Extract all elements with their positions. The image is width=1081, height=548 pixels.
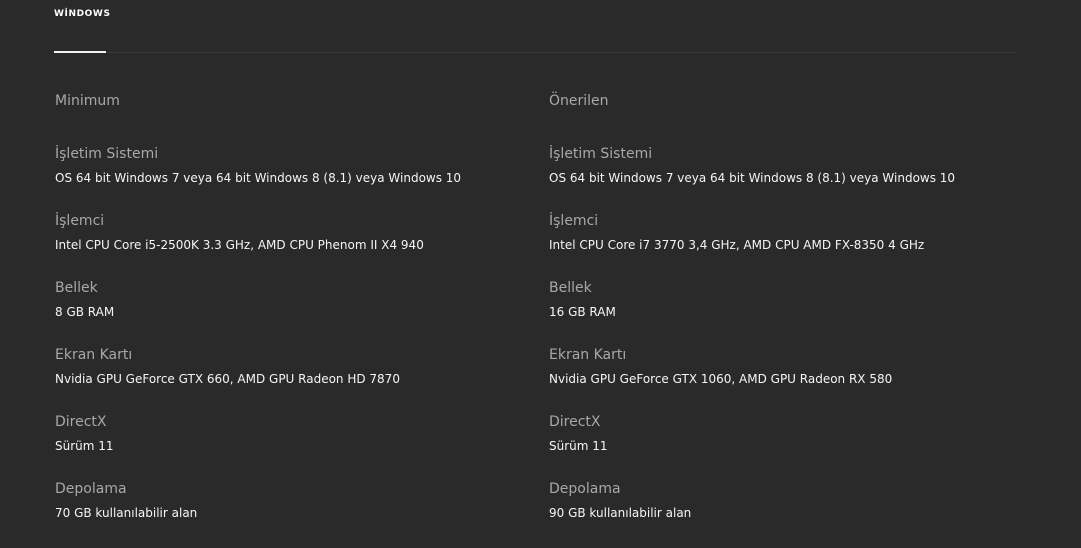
spec-memory: Bellek 16 GB RAM xyxy=(549,280,955,347)
platform-tabs: WİNDOWS xyxy=(54,0,1017,53)
spec-cpu: İşlemci Intel CPU Core i5-2500K 3.3 GHz,… xyxy=(55,213,461,280)
recommended-requirements: Önerilen İşletim Sistemi OS 64 bit Windo… xyxy=(549,93,955,548)
spec-label: Bellek xyxy=(55,280,98,296)
spec-memory: Bellek 8 GB RAM xyxy=(55,280,461,347)
spec-label: DirectX xyxy=(549,414,601,430)
spec-storage: Depolama 90 GB kullanılabilir alan xyxy=(549,481,955,548)
spec-value: Sürüm 11 xyxy=(55,439,114,453)
active-tab-indicator xyxy=(54,51,106,53)
spec-gpu: Ekran Kartı Nvidia GPU GeForce GTX 1060,… xyxy=(549,347,955,414)
spec-value: OS 64 bit Windows 7 veya 64 bit Windows … xyxy=(55,171,462,185)
spec-value: 8 GB RAM xyxy=(55,305,115,319)
spec-label: Ekran Kartı xyxy=(55,347,133,363)
spec-value: Intel CPU Core i7 3770 3,4 GHz, AMD CPU … xyxy=(549,238,925,252)
spec-value: Sürüm 11 xyxy=(549,439,608,453)
spec-storage: Depolama 70 GB kullanılabilir alan xyxy=(55,481,461,548)
spec-label: İşlemci xyxy=(549,213,599,229)
spec-label: DirectX xyxy=(55,414,107,430)
spec-value: Intel CPU Core i5-2500K 3.3 GHz, AMD CPU… xyxy=(55,238,424,252)
spec-os: İşletim Sistemi OS 64 bit Windows 7 veya… xyxy=(549,146,955,213)
spec-cpu: İşlemci Intel CPU Core i7 3770 3,4 GHz, … xyxy=(549,213,955,280)
spec-value: Nvidia GPU GeForce GTX 1060, AMD GPU Rad… xyxy=(549,372,893,386)
minimum-requirements: Minimum İşletim Sistemi OS 64 bit Window… xyxy=(55,93,461,548)
spec-label: İşletim Sistemi xyxy=(549,146,653,162)
recommended-title: Önerilen xyxy=(549,93,609,109)
spec-label: İşlemci xyxy=(55,213,105,229)
spec-directx: DirectX Sürüm 11 xyxy=(55,414,461,481)
spec-gpu: Ekran Kartı Nvidia GPU GeForce GTX 660, … xyxy=(55,347,461,414)
spec-label: Bellek xyxy=(549,280,592,296)
minimum-title: Minimum xyxy=(55,93,120,109)
spec-value: 90 GB kullanılabilir alan xyxy=(549,506,692,520)
spec-value: 70 GB kullanılabilir alan xyxy=(55,506,198,520)
spec-label: Depolama xyxy=(549,481,621,497)
spec-label: Ekran Kartı xyxy=(549,347,627,363)
spec-label: Depolama xyxy=(55,481,127,497)
spec-value: Nvidia GPU GeForce GTX 660, AMD GPU Rade… xyxy=(55,372,400,386)
spec-os: İşletim Sistemi OS 64 bit Windows 7 veya… xyxy=(55,146,461,213)
spec-label: İşletim Sistemi xyxy=(55,146,159,162)
tab-windows[interactable]: WİNDOWS xyxy=(54,9,111,19)
spec-value: 16 GB RAM xyxy=(549,305,616,319)
spec-directx: DirectX Sürüm 11 xyxy=(549,414,955,481)
spec-value: OS 64 bit Windows 7 veya 64 bit Windows … xyxy=(549,171,956,185)
